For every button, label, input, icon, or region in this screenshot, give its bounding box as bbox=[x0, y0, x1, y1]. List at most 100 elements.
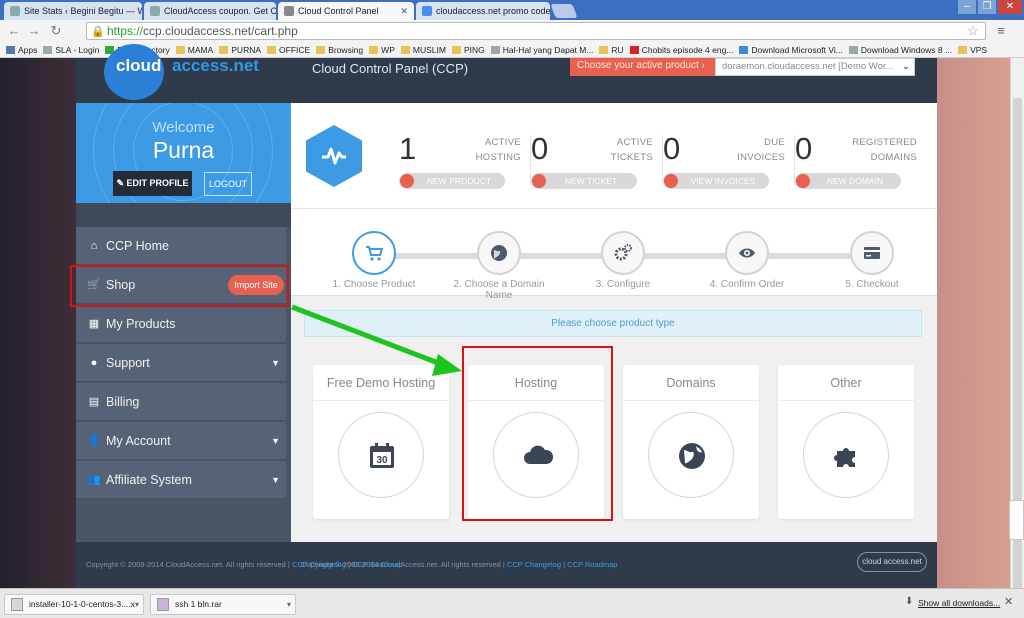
new-domain-button[interactable]: NEW DOMAIN bbox=[795, 173, 901, 189]
bookmark-item[interactable]: WP bbox=[369, 45, 395, 55]
download-item[interactable]: installer-10-1-0-centos-3....x ▾ bbox=[4, 594, 144, 615]
address-bar[interactable]: 🔒 https://ccp.cloudaccess.net/cart.php ☆ bbox=[86, 22, 986, 40]
close-downloads-icon[interactable]: ✕ bbox=[1004, 595, 1013, 608]
bookmark-item[interactable]: OFFICE bbox=[267, 45, 310, 55]
sidebar-item-billing[interactable]: ▤ Billing bbox=[76, 383, 286, 421]
reload-icon[interactable]: ↻ bbox=[48, 23, 64, 39]
stat-label-line: ACTIVE bbox=[616, 137, 653, 148]
bookmark-item[interactable]: RU bbox=[599, 45, 624, 55]
window-close-icon[interactable]: ✕ bbox=[998, 0, 1022, 14]
logout-button[interactable]: LOGOUT bbox=[204, 172, 252, 196]
shop-highlight-box bbox=[70, 265, 289, 307]
product-card-free-demo-hosting[interactable]: Free Demo Hosting 30 bbox=[313, 365, 449, 519]
browser-menu-icon[interactable]: ≡ bbox=[993, 23, 1009, 39]
browser-tab-active[interactable]: Cloud Control Panel ✕ bbox=[278, 2, 414, 20]
bookmark-item[interactable]: MAMA bbox=[175, 45, 213, 55]
bookmark-item[interactable]: Download Windows 8 ... bbox=[848, 45, 952, 55]
folder-icon bbox=[175, 45, 185, 54]
sidebar-item-label: Billing bbox=[106, 395, 140, 409]
view-invoices-button[interactable]: VIEW INVOICES bbox=[663, 173, 769, 189]
sidebar-item-support[interactable]: ● Support ▼ bbox=[76, 344, 286, 382]
ccp-changelog-link[interactable]: CCP Changelog bbox=[292, 560, 346, 569]
restore-icon[interactable]: ❐ bbox=[978, 0, 996, 14]
order-steps: 1. Choose Product 2. Choose a Domain Nam… bbox=[291, 208, 937, 301]
sidebar-item-my-products[interactable]: ▦ My Products bbox=[76, 305, 286, 343]
bookmark-item[interactable]: PURNA bbox=[219, 45, 261, 55]
bookmark-item[interactable]: Hal-Hal yang Dapat M... bbox=[490, 44, 594, 55]
choose-product-label: Choose your active product bbox=[577, 60, 699, 71]
bookmark-item[interactable]: Download Microsoft Vi... bbox=[739, 45, 843, 55]
tab-close-icon[interactable]: ✕ bbox=[396, 6, 408, 17]
bookmark-label: Hal-Hal yang Dapat M... bbox=[502, 44, 594, 55]
stat-label-line: DUE bbox=[764, 137, 785, 148]
folder-icon bbox=[400, 45, 410, 54]
button-label: VIEW INVOICES bbox=[690, 176, 756, 186]
sidebar-item-my-account[interactable]: 👤 My Account ▼ bbox=[76, 422, 286, 460]
download-item[interactable]: ssh 1 bln.rar ▾ bbox=[150, 594, 296, 615]
copyright-line: Copyright © 2008-2014 CloudAccess.net. A… bbox=[86, 560, 402, 569]
sidebar-item-ccp-home[interactable]: ⌂ CCP Home bbox=[76, 227, 286, 265]
new-ticket-button[interactable]: NEW TICKET bbox=[531, 173, 637, 189]
back-arrow-icon[interactable]: ← bbox=[6, 23, 22, 39]
bookmark-item[interactable]: Chobits episode 4 eng... bbox=[629, 45, 733, 55]
step-label: 2. Choose a Domain Name bbox=[453, 279, 545, 301]
stat-label-line: DOMAINS bbox=[870, 152, 917, 163]
stat-label: ACTIVE HOSTING bbox=[441, 135, 521, 165]
cart-icon bbox=[400, 174, 414, 188]
show-all-downloads-link[interactable]: Show all downloads... bbox=[918, 598, 1000, 608]
page-title: Cloud Control Panel (CCP) bbox=[312, 61, 469, 76]
tab-label: Site Stats ‹ Begini Begitu — W bbox=[24, 6, 142, 16]
bookmark-item[interactable]: Apps bbox=[6, 45, 37, 55]
bookmark-item[interactable]: VPS bbox=[958, 45, 987, 55]
cloudaccess-logo[interactable]: cloud access.net bbox=[76, 44, 291, 103]
product-card-other[interactable]: Other bbox=[778, 365, 914, 519]
bookmark-item[interactable]: Browsing bbox=[316, 45, 363, 55]
stat-active-hosting: 1 ACTIVE HOSTING NEW PRODUCT bbox=[399, 131, 531, 196]
stat-due-invoices: 0 DUE INVOICES VIEW INVOICES bbox=[663, 131, 795, 196]
bookmark-label: SLA - Login bbox=[55, 44, 100, 55]
product-card-domains[interactable]: Domains bbox=[623, 365, 759, 519]
minimize-icon[interactable]: – bbox=[958, 0, 976, 14]
step-choose-domain[interactable] bbox=[477, 231, 521, 275]
sidebar-item-label: Support bbox=[106, 356, 150, 370]
browser-tab[interactable]: Site Stats ‹ Begini Begitu — W✕ bbox=[4, 2, 142, 20]
new-product-button[interactable]: NEW PRODUCT bbox=[399, 173, 505, 189]
windows-icon bbox=[739, 45, 749, 54]
tab-label: CloudAccess coupon. Get Cl bbox=[164, 6, 276, 16]
stat-active-tickets: 0 ACTIVE TICKETS NEW TICKET bbox=[531, 131, 663, 196]
edit-profile-button[interactable]: ✎ EDIT PROFILE bbox=[113, 171, 192, 196]
logout-label: LOGOUT bbox=[208, 179, 247, 189]
step-checkout[interactable] bbox=[850, 231, 894, 275]
logo-text-access: access.net bbox=[172, 56, 259, 75]
folder-icon bbox=[958, 45, 968, 54]
caret-down-icon: ▼ bbox=[271, 436, 280, 446]
sidebar-item-affiliate-system[interactable]: 👥 Affiliate System ▼ bbox=[76, 461, 286, 499]
chevron-down-icon: ⌄ bbox=[902, 61, 910, 72]
stat-value: 0 bbox=[795, 131, 813, 166]
calendar-icon: 30 bbox=[370, 443, 394, 468]
active-product-select[interactable]: doraemon.cloudaccess.net [Demo Wor... ⌄ bbox=[715, 58, 915, 76]
ccp-changelog-link[interactable]: CCP Changelog bbox=[507, 560, 561, 569]
skype-click-to-call-icon[interactable] bbox=[1009, 500, 1024, 540]
bookmark-item[interactable]: MUSLIM bbox=[400, 45, 446, 55]
step-configure[interactable] bbox=[601, 231, 645, 275]
ccp-roadmap-link[interactable]: CCP Roadmap bbox=[567, 560, 617, 569]
download-filename: installer-10-1-0-centos-3....x bbox=[29, 599, 135, 609]
bookmark-star-icon[interactable]: ☆ bbox=[967, 23, 979, 39]
forward-arrow-icon[interactable]: → bbox=[26, 23, 42, 39]
bookmark-item[interactable]: SLA - Login bbox=[43, 45, 99, 55]
bookmark-item[interactable]: PING bbox=[451, 45, 485, 55]
chevron-down-icon[interactable]: ▾ bbox=[135, 595, 139, 614]
step-confirm-order[interactable] bbox=[725, 231, 769, 275]
step-choose-product[interactable] bbox=[352, 231, 396, 275]
choose-product-button[interactable]: Choose your active product › bbox=[570, 58, 715, 76]
stat-registered-domains: 0 REGISTERED DOMAINS NEW DOMAIN bbox=[795, 131, 927, 196]
ccp-roadmap-link[interactable]: CCP Roadmap bbox=[352, 560, 402, 569]
stat-label-line: TICKETS bbox=[610, 152, 653, 163]
stat-label: REGISTERED DOMAINS bbox=[837, 135, 917, 165]
new-tab-button[interactable] bbox=[550, 4, 578, 18]
document-icon: ▤ bbox=[88, 396, 100, 408]
browser-tab[interactable]: CloudAccess coupon. Get Cl✕ bbox=[144, 2, 276, 20]
chevron-down-icon[interactable]: ▾ bbox=[287, 595, 291, 614]
browser-tab[interactable]: cloudaccess.net promo code✕ bbox=[416, 2, 550, 20]
